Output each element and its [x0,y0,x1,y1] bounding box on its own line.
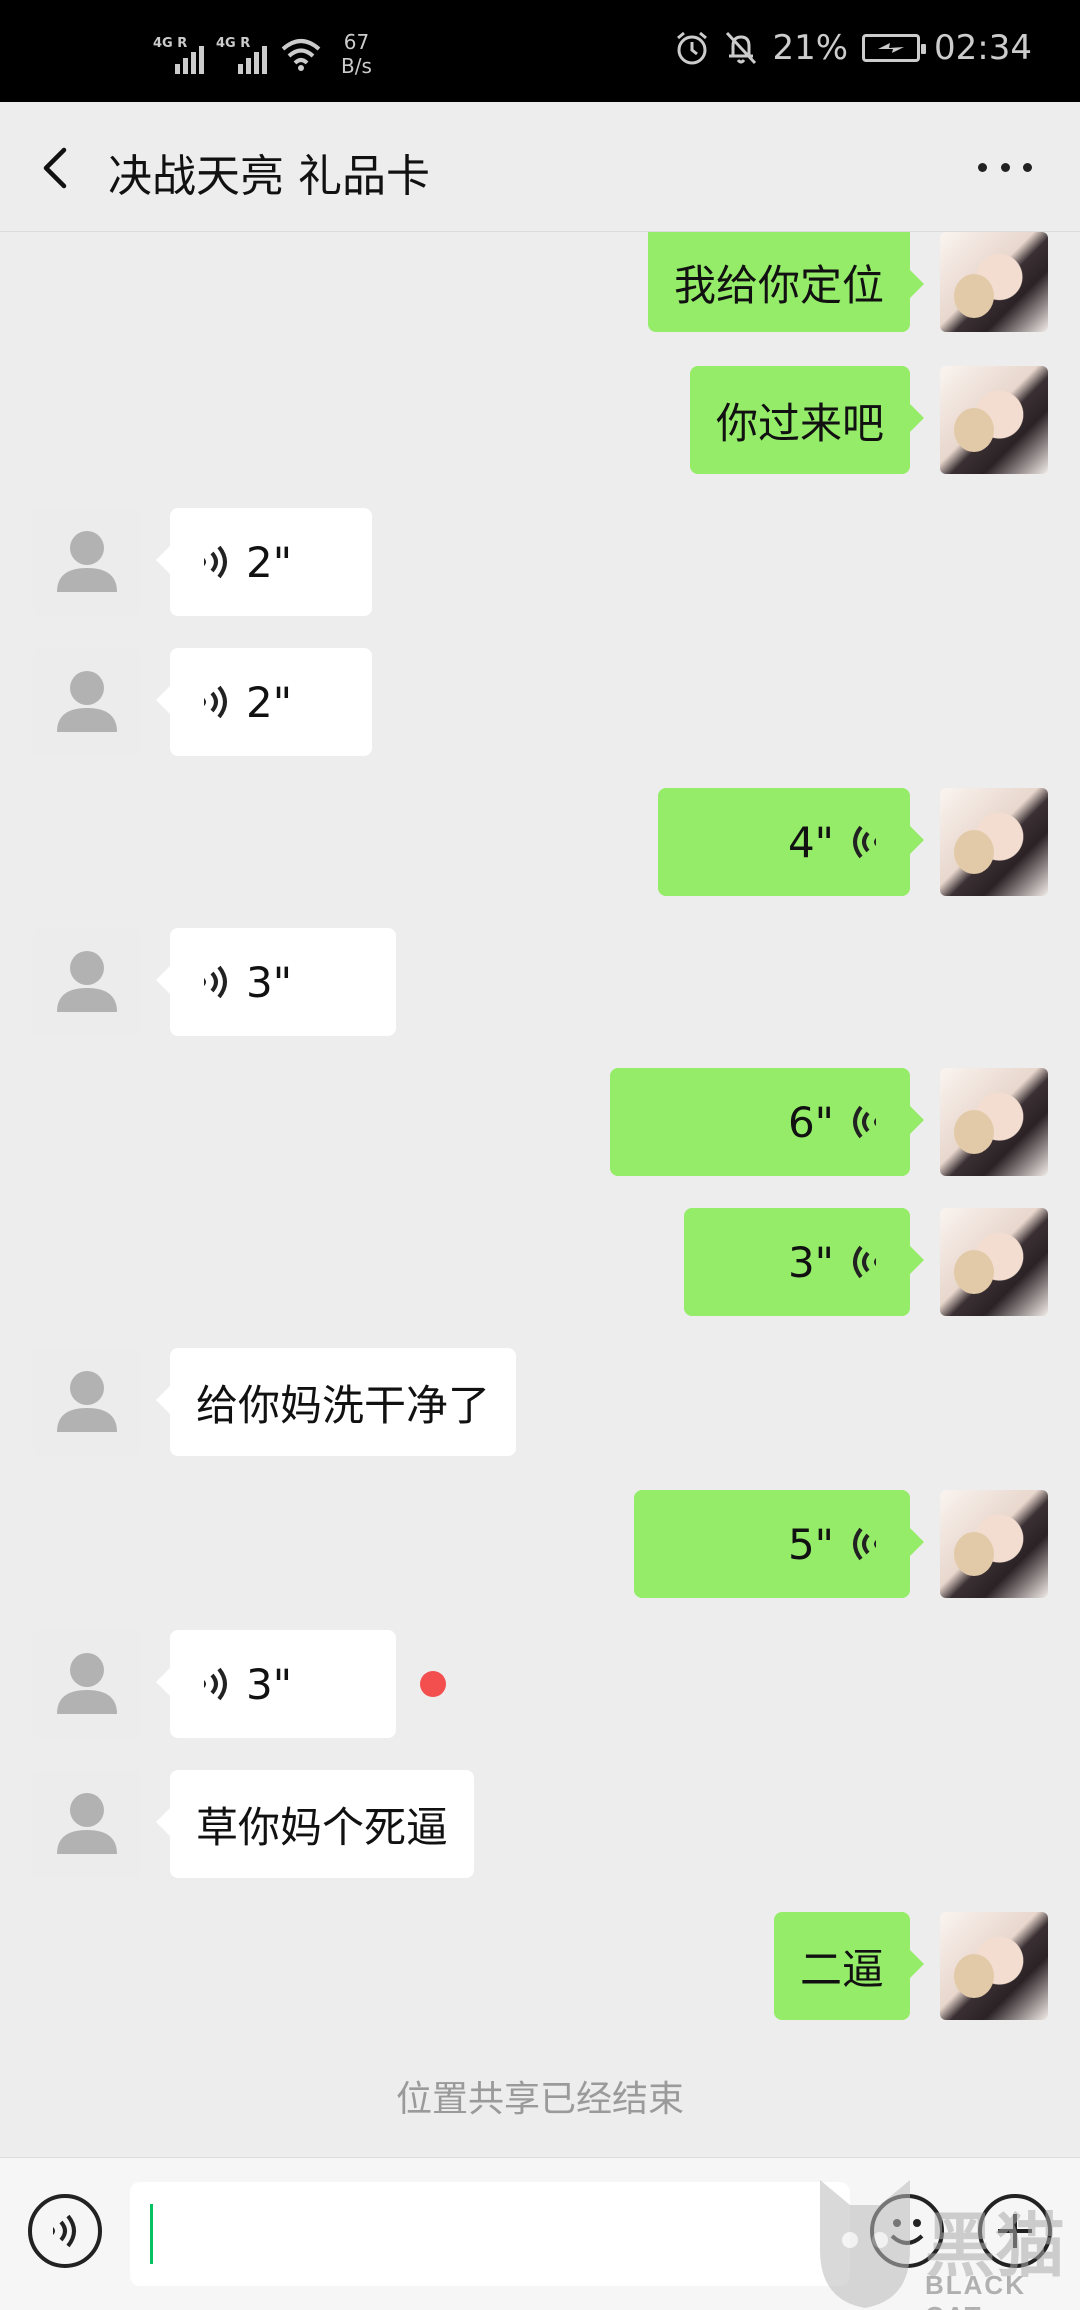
network-speed: 67 B/s [341,30,372,78]
voice-duration: 3" [246,957,293,1007]
message-text: 给你妈洗干净了 [196,1380,491,1430]
voice-duration: 6" [787,1097,834,1147]
voice-message-incoming[interactable]: 3" [156,928,396,1036]
message-bubble-incoming[interactable]: 草你妈个死逼 [155,1770,475,1878]
signal-icon-sim2: 4G R [216,34,267,74]
voice-wave-icon [204,545,227,579]
default-user-icon [57,531,117,592]
voice-message-outgoing[interactable]: 5" [634,1490,924,1598]
voice-duration: 2" [246,677,293,727]
self-avatar[interactable] [940,1912,1048,2020]
contact-avatar[interactable] [33,648,141,756]
message-bubble-outgoing[interactable]: 我给你定位 [647,232,925,332]
voice-wave-icon [853,1527,876,1561]
speed-unit: B/s [341,54,372,78]
dot-icon [1023,162,1032,172]
system-message: 位置共享已经结束 [395,2079,684,2120]
self-avatar[interactable] [940,788,1048,896]
voice-message-incoming[interactable]: 3" [156,1630,396,1738]
emoji-button[interactable] [870,2194,944,2268]
self-avatar[interactable] [940,1490,1048,1598]
voice-wave-icon [204,685,227,719]
more-functions-button[interactable] [978,2194,1052,2268]
speed-value: 67 [343,30,370,54]
network-type-label: 4G R [153,36,188,51]
dot-icon [1000,162,1010,172]
contact-avatar[interactable] [33,1348,141,1456]
message-text: 你过来吧 [715,398,884,448]
voice-duration: 2" [246,537,293,587]
self-avatar[interactable] [940,1068,1048,1176]
voice-message-outgoing[interactable]: 6" [610,1068,924,1176]
battery-charging-icon [862,34,927,62]
contact-avatar[interactable] [33,928,141,1036]
more-options-button[interactable] [970,142,1040,192]
default-user-icon [57,951,117,1012]
default-user-icon [57,1371,117,1432]
message-bubble-outgoing[interactable]: 二逼 [773,1912,925,2020]
voice-wave-icon [53,2214,76,2248]
chat-title: 决战天亮 礼品卡 [108,151,430,202]
voice-duration: 3" [246,1659,293,1709]
chevron-left-icon [43,147,67,189]
voice-wave-icon [204,1667,227,1701]
wifi-icon [281,39,321,71]
message-text: 草你妈个死逼 [196,1802,449,1852]
status-right: 21% 02:34 [674,28,1032,68]
self-avatar[interactable] [940,366,1048,474]
contact-avatar[interactable] [33,508,141,616]
chat-header: 决战天亮 礼品卡 [0,102,1080,232]
plus-icon [998,2214,1032,2248]
alarm-icon [677,31,708,65]
default-user-icon [57,1653,117,1714]
voice-message-incoming[interactable]: 2" [156,648,372,756]
clock-time: 02:34 [934,28,1032,68]
status-bar: 4G R 4G R 67 B/s 21% 02:34 [0,0,1080,102]
message-bubble-incoming[interactable]: 给你妈洗干净了 [155,1348,517,1456]
contact-avatar[interactable] [33,1770,141,1878]
self-avatar[interactable] [940,232,1048,332]
voice-duration: 3" [787,1237,834,1287]
self-avatar[interactable] [940,1208,1048,1316]
message-input[interactable] [130,2182,850,2286]
back-button[interactable] [30,138,90,198]
mute-bell-icon [726,31,757,65]
signal-icon-sim1: 4G R [153,34,204,74]
voice-message-incoming[interactable]: 2" [156,508,372,616]
input-bar [0,2157,1080,2310]
text-caret [150,2204,153,2264]
message-text: 我给你定位 [673,260,884,310]
voice-message-outgoing[interactable]: 4" [658,788,924,896]
battery-percent: 21% [772,28,849,68]
dot-icon [978,162,987,172]
default-user-icon [57,1793,117,1854]
voice-wave-icon [853,1105,876,1139]
network-type-label: 4G R [216,36,251,51]
contact-avatar[interactable] [33,1630,141,1738]
unread-dot [420,1671,446,1697]
voice-duration: 4" [787,817,834,867]
smiley-icon [890,2219,924,2245]
message-bubble-outgoing[interactable]: 你过来吧 [689,366,925,474]
voice-message-outgoing[interactable]: 3" [684,1208,924,1316]
message-list[interactable]: 我给你定位 你过来吧 2" 2" 4" 3" 6" 3" 给你妈洗干净了 5" … [0,232,1080,2157]
status-left: 4G R 4G R 67 B/s [153,30,372,78]
voice-input-toggle-button[interactable] [28,2194,102,2268]
voice-wave-icon [204,965,227,999]
default-user-icon [57,671,117,732]
voice-wave-icon [853,1245,876,1279]
voice-duration: 5" [787,1519,834,1569]
message-text: 二逼 [799,1944,884,1994]
voice-wave-icon [853,825,876,859]
